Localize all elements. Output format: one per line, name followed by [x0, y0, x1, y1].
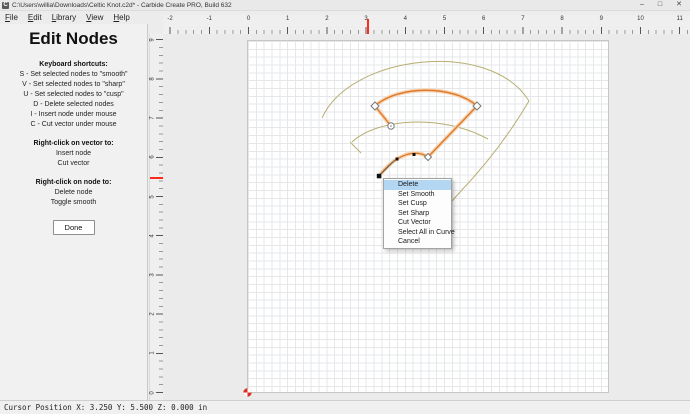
hruler-major-ticks: [163, 27, 690, 34]
hruler-label: 4: [404, 16, 407, 22]
menu-bar: FileEditLibraryViewHelp: [0, 11, 160, 24]
panel-shortcut-line: Delete node: [0, 189, 147, 196]
menu-library[interactable]: Library: [47, 13, 81, 22]
close-button[interactable]: ✕: [676, 0, 682, 10]
vruler-label: 2: [150, 312, 156, 315]
cursor-position-readout: Cursor Position X: 3.250 Y: 5.500 Z: 0.0…: [4, 403, 207, 412]
vruler-label: 4: [150, 234, 156, 237]
title-bar: C C:\Users\willia\Downloads\Celtic Knot.…: [0, 0, 690, 11]
edit-nodes-panel: Edit Nodes Keyboard shortcuts: S - Set se…: [0, 24, 148, 400]
hruler-label: 1: [286, 16, 289, 22]
panel-section-heading: Keyboard shortcuts:: [0, 61, 147, 68]
window-controls: – □ ✕: [640, 0, 682, 10]
page-title: Edit Nodes: [0, 29, 147, 49]
context-menu-item-set-cusp[interactable]: Set Cusp: [384, 199, 451, 209]
app-icon: C: [2, 2, 9, 9]
status-bar: Cursor Position X: 3.250 Y: 5.500 Z: 0.0…: [0, 400, 690, 414]
panel-section-heading: Right-click on node to:: [0, 179, 147, 186]
app-window: C C:\Users\willia\Downloads\Celtic Knot.…: [0, 0, 690, 414]
vruler-label: 8: [150, 77, 156, 80]
vruler-label: 7: [150, 116, 156, 119]
panel-shortcut-line: V - Set selected nodes to "sharp": [0, 81, 147, 88]
hruler-label: 9: [600, 16, 603, 22]
hruler-label: 11: [677, 16, 683, 22]
panel-sections: Keyboard shortcuts: S - Set selected node…: [0, 61, 147, 206]
context-menu-item-select-all-in-curve[interactable]: Select All in Curve: [384, 228, 451, 238]
vruler-label: 6: [150, 156, 156, 159]
menu-view[interactable]: View: [81, 13, 108, 22]
panel-shortcut-line: Insert node: [0, 150, 147, 157]
vruler-major-ticks: [156, 34, 163, 400]
panel-shortcut-line: Cut vector: [0, 160, 147, 167]
panel-shortcut-line: I - Insert node under mouse: [0, 111, 147, 118]
context-menu-item-set-sharp[interactable]: Set Sharp: [384, 209, 451, 219]
hruler-cursor-marker: [367, 19, 369, 34]
hruler-label: 5: [443, 16, 446, 22]
horizontal-ruler: -2-101234567891011: [163, 15, 690, 34]
hruler-label: 2: [325, 16, 328, 22]
hruler-label: -2: [167, 16, 172, 22]
menu-file[interactable]: File: [0, 13, 23, 22]
maximize-button[interactable]: □: [658, 0, 662, 10]
vruler-cursor-marker: [150, 177, 163, 179]
panel-shortcut-line: C - Cut vector under mouse: [0, 121, 147, 128]
vruler-label: 9: [150, 38, 156, 41]
hruler-label: 0: [247, 16, 250, 22]
hruler-label: 8: [560, 16, 563, 22]
context-menu-item-cancel[interactable]: Cancel: [384, 237, 451, 247]
panel-shortcut-line: U - Set selected nodes to "cusp": [0, 91, 147, 98]
menu-help[interactable]: Help: [108, 13, 134, 22]
vruler-label: 0: [150, 391, 156, 394]
hruler-label: 7: [521, 16, 524, 22]
vruler-label: 1: [150, 352, 156, 355]
done-button[interactable]: Done: [53, 220, 95, 235]
hruler-label: 6: [482, 16, 485, 22]
context-menu-item-delete[interactable]: Delete: [384, 180, 451, 190]
vruler-label: 3: [150, 273, 156, 276]
window-title: C:\Users\willia\Downloads\Celtic Knot.c2…: [12, 2, 640, 9]
panel-shortcut-line: S - Set selected nodes to "smooth": [0, 71, 147, 78]
context-menu-item-cut-vector[interactable]: Cut Vector: [384, 218, 451, 228]
minimize-button[interactable]: –: [640, 0, 644, 10]
panel-section-heading: Right-click on vector to:: [0, 140, 147, 147]
context-menu-item-set-smooth[interactable]: Set Smooth: [384, 190, 451, 200]
context-menu: DeleteSet SmoothSet CuspSet SharpCut Vec…: [383, 178, 452, 249]
hruler-label: 10: [637, 16, 644, 22]
panel-shortcut-line: Toggle smooth: [0, 199, 147, 206]
panel-shortcut-line: D - Delete selected nodes: [0, 101, 147, 108]
hruler-label: -1: [207, 16, 212, 22]
vruler-label: 5: [150, 195, 156, 198]
vertical-ruler: 9 8 7 6 5 4 3 2 1 0: [149, 34, 163, 400]
menu-edit[interactable]: Edit: [23, 13, 47, 22]
